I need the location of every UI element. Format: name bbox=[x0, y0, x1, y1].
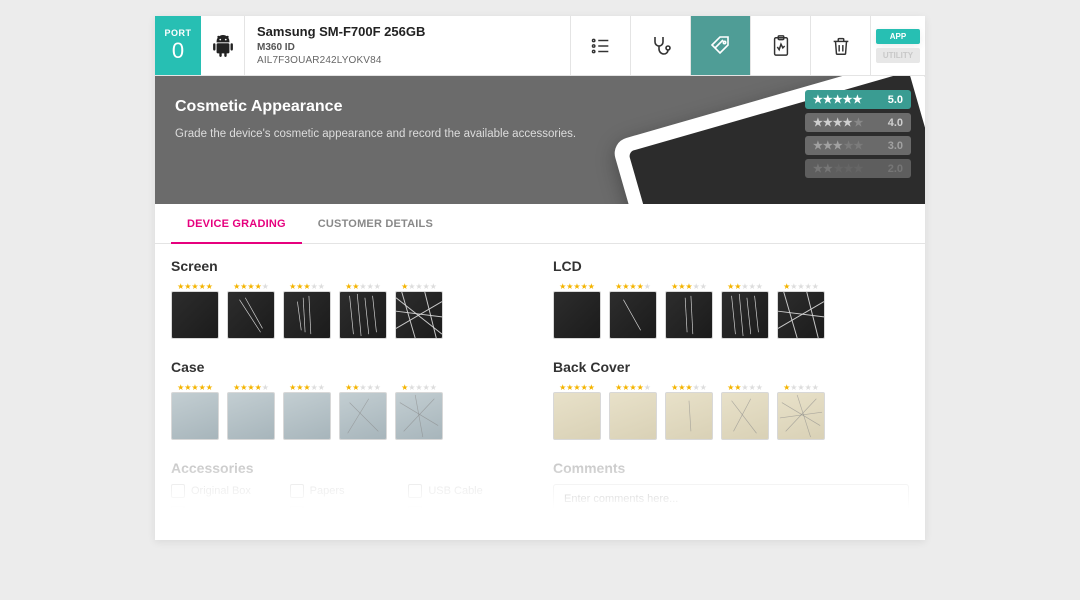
device-sub-label: M360 ID bbox=[257, 42, 558, 53]
rating-2[interactable]: ★★★★★2.0 bbox=[805, 159, 911, 178]
tab-customer-details[interactable]: CUSTOMER DETAILS bbox=[302, 204, 449, 243]
section-screen: Screen ★★★★★ ★★★★★ ★★★★★ ★★★★★ ★★★★★ bbox=[171, 258, 527, 339]
lcd-grade-4[interactable] bbox=[609, 291, 657, 339]
device-id: AIL7F3OUAR242LYOKV84 bbox=[257, 55, 558, 66]
back-grade-3[interactable] bbox=[665, 392, 713, 440]
list-icon[interactable] bbox=[571, 16, 631, 75]
rating-4[interactable]: ★★★★★4.0 bbox=[805, 113, 911, 132]
device-info: Samsung SM-F700F 256GB M360 ID AIL7F3OUA… bbox=[245, 16, 571, 75]
case-grade-5[interactable] bbox=[171, 392, 219, 440]
section-accessories: Accessories Original Box Papers USB Cabl… bbox=[171, 460, 527, 520]
screen-grade-3[interactable] bbox=[283, 291, 331, 339]
back-grade-4[interactable] bbox=[609, 392, 657, 440]
section-title: Back Cover bbox=[553, 359, 909, 375]
lcd-grade-2[interactable] bbox=[721, 291, 769, 339]
chk-usb-cable[interactable]: USB Cable bbox=[408, 484, 527, 498]
chk-original-box[interactable]: Original Box bbox=[171, 484, 290, 498]
section-title: LCD bbox=[553, 258, 909, 274]
chk-charger[interactable]: Charger bbox=[171, 506, 290, 520]
section-case: Case ★★★★★ ★★★★★ ★★★★★ ★★★★★ ★★★★★ bbox=[171, 359, 527, 440]
rating-3[interactable]: ★★★★★3.0 bbox=[805, 136, 911, 155]
report-icon[interactable] bbox=[751, 16, 811, 75]
section-title: Comments bbox=[553, 460, 909, 476]
section-back: Back Cover ★★★★★ ★★★★★ ★★★★★ ★★★★★ ★★★★★ bbox=[553, 359, 909, 440]
case-grade-3[interactable] bbox=[283, 392, 331, 440]
case-grade-1[interactable] bbox=[395, 392, 443, 440]
hero-desc: Grade the device's cosmetic appearance a… bbox=[175, 126, 595, 143]
tab-device-grading[interactable]: DEVICE GRADING bbox=[171, 204, 302, 244]
app-chip[interactable]: APP bbox=[876, 29, 920, 44]
hero-banner: Cosmetic Appearance Grade the device's c… bbox=[155, 76, 925, 204]
rating-5[interactable]: ★★★★★5.0 bbox=[805, 90, 911, 109]
screen-grade-1[interactable] bbox=[395, 291, 443, 339]
back-grade-5[interactable] bbox=[553, 392, 601, 440]
section-title: Case bbox=[171, 359, 527, 375]
device-name: Samsung SM-F700F 256GB bbox=[257, 24, 558, 39]
trash-icon[interactable] bbox=[811, 16, 871, 75]
screen-grade-2[interactable] bbox=[339, 291, 387, 339]
comments-input[interactable] bbox=[553, 484, 909, 514]
content: Screen ★★★★★ ★★★★★ ★★★★★ ★★★★★ ★★★★★ LCD… bbox=[155, 244, 925, 540]
topbar: PORT 0 Samsung SM-F700F 256GB M360 ID AI… bbox=[155, 16, 925, 76]
case-grade-4[interactable] bbox=[227, 392, 275, 440]
section-title: Accessories bbox=[171, 460, 527, 476]
tag-icon[interactable] bbox=[691, 16, 751, 75]
diagnostics-icon[interactable] bbox=[631, 16, 691, 75]
back-grade-1[interactable] bbox=[777, 392, 825, 440]
mode-chips: APP UTILITY bbox=[871, 16, 925, 75]
chk-papers[interactable]: Papers bbox=[290, 484, 409, 498]
section-lcd: LCD ★★★★★ ★★★★★ ★★★★★ ★★★★★ ★★★★★ bbox=[553, 258, 909, 339]
lcd-grade-1[interactable] bbox=[777, 291, 825, 339]
case-grade-2[interactable] bbox=[339, 392, 387, 440]
section-comments: Comments bbox=[553, 460, 909, 520]
port-number: 0 bbox=[172, 38, 184, 64]
screen-grade-4[interactable] bbox=[227, 291, 275, 339]
chk-headset[interactable]: Headset bbox=[408, 506, 527, 520]
lcd-grade-3[interactable] bbox=[665, 291, 713, 339]
lcd-grade-5[interactable] bbox=[553, 291, 601, 339]
android-icon bbox=[201, 16, 245, 75]
port-badge: PORT 0 bbox=[155, 16, 201, 75]
utility-chip[interactable]: UTILITY bbox=[876, 48, 920, 63]
port-label: PORT bbox=[164, 28, 191, 38]
section-title: Screen bbox=[171, 258, 527, 274]
tabs: DEVICE GRADING CUSTOMER DETAILS bbox=[155, 204, 925, 244]
rating-stack: ★★★★★5.0 ★★★★★4.0 ★★★★★3.0 ★★★★★2.0 bbox=[805, 90, 911, 178]
chk-receipt[interactable]: Receipt bbox=[290, 506, 409, 520]
screen-grade-5[interactable] bbox=[171, 291, 219, 339]
app-frame: PORT 0 Samsung SM-F700F 256GB M360 ID AI… bbox=[155, 16, 925, 540]
back-grade-2[interactable] bbox=[721, 392, 769, 440]
